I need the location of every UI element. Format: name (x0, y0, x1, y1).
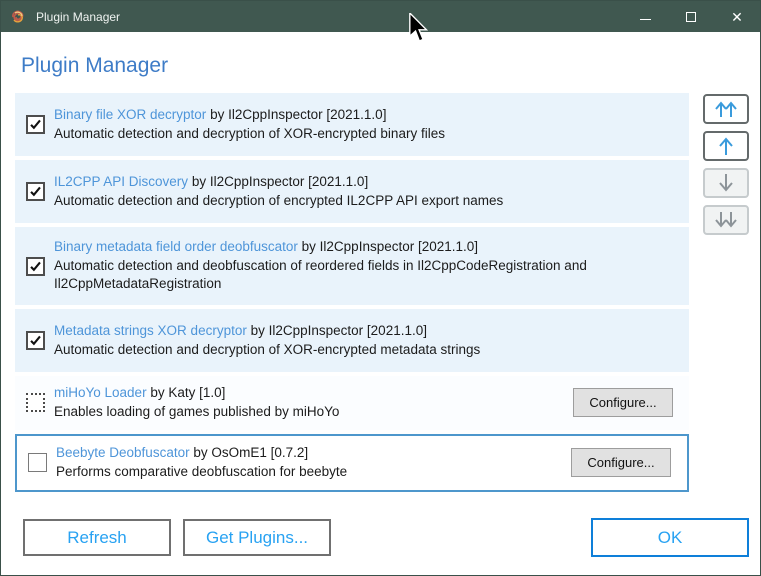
plugin-checkbox[interactable] (26, 331, 45, 350)
plugin-list: Binary file XOR decryptor by Il2CppInspe… (15, 93, 689, 492)
plugin-name-link[interactable]: Binary metadata field order deobfuscator (54, 239, 298, 254)
plugin-meta: by Il2CppInspector [2021.1.0] (191, 173, 369, 189)
checkmark-icon (30, 261, 41, 271)
maximize-icon (686, 11, 696, 22)
configure-button[interactable]: Configure... (573, 388, 673, 418)
plugin-checkbox-indeterminate[interactable] (26, 393, 45, 413)
move-up-button[interactable] (703, 131, 749, 161)
plugin-info: miHoYo Loader by Katy [1.0] Enables load… (54, 376, 573, 430)
plugin-meta: by Il2CppInspector [2021.1.0] (210, 106, 387, 122)
move-to-bottom-icon (715, 212, 737, 228)
plugin-info: Metadata strings XOR decryptor by Il2Cpp… (54, 314, 689, 368)
plugin-checkbox[interactable] (28, 453, 47, 473)
minimize-button[interactable] (622, 1, 668, 32)
checkmark-icon (30, 119, 41, 130)
plugin-meta: by Il2CppInspector [2021.1.0] (301, 238, 479, 254)
plugin-info: Binary file XOR decryptor by Il2CppInspe… (54, 98, 689, 152)
configure-button[interactable]: Configure... (571, 448, 671, 478)
plugin-description: Automatic detection and decryption of XO… (54, 125, 445, 141)
plugin-checkbox[interactable] (26, 115, 45, 134)
plugin-checkbox[interactable] (26, 256, 45, 276)
plugin-description: Enables loading of games published by mi… (54, 403, 340, 419)
plugin-manager-window: Plugin Manager ✕ Plugin Manager Binary f… (0, 0, 761, 576)
plugin-checkbox[interactable] (26, 182, 45, 201)
close-button[interactable]: ✕ (714, 1, 760, 32)
plugin-name-link[interactable]: Beebyte Deobfuscator (56, 445, 190, 460)
move-up-icon (719, 137, 733, 155)
reorder-buttons (703, 94, 749, 235)
plugin-info: IL2CPP API Discovery by Il2CppInspector … (54, 165, 689, 219)
move-down-button[interactable] (703, 168, 749, 198)
plugin-info: Binary metadata field order deobfuscator… (54, 230, 689, 303)
app-scribble-icon (12, 10, 24, 22)
plugin-description: Automatic detection and decryption of XO… (54, 341, 481, 357)
move-to-top-icon (715, 101, 737, 117)
plugin-row-metadata-strings-xor-decryptor[interactable]: Metadata strings XOR decryptor by Il2Cpp… (15, 309, 689, 372)
page-title: Plugin Manager (21, 54, 169, 77)
window-title: Plugin Manager (36, 9, 121, 24)
plugin-description: Automatic detection and decryption of en… (54, 192, 504, 208)
move-down-icon (719, 174, 733, 192)
plugin-meta: by Katy [1.0] (150, 385, 226, 400)
titlebar: Plugin Manager ✕ (1, 1, 760, 32)
close-icon: ✕ (731, 8, 743, 25)
plugin-description: Performs comparative deobfuscation for b… (56, 463, 348, 479)
plugin-meta: by Il2CppInspector [2021.1.0] (250, 322, 427, 338)
move-to-bottom-button[interactable] (703, 205, 749, 235)
move-to-top-button[interactable] (703, 94, 749, 124)
ok-button[interactable]: OK (591, 518, 749, 557)
plugin-row-binary-file-xor-decryptor[interactable]: Binary file XOR decryptor by Il2CppInspe… (15, 93, 689, 156)
plugin-name-link[interactable]: Metadata strings XOR decryptor (54, 323, 247, 338)
plugin-row-beebyte-deobfuscator[interactable]: Beebyte Deobfuscator by OsOmE1 [0.7.2] P… (15, 433, 689, 492)
checkmark-icon (30, 186, 41, 197)
plugin-name-link[interactable]: IL2CPP API Discovery (54, 174, 188, 189)
get-plugins-button[interactable]: Get Plugins... (183, 519, 331, 556)
plugin-row-binary-metadata-field-order-deobfuscator[interactable]: Binary metadata field order deobfuscator… (15, 227, 689, 305)
plugin-row-mihoyo-loader[interactable]: miHoYo Loader by Katy [1.0] Enables load… (15, 376, 689, 430)
plugin-description: Automatic detection and deobfuscation of… (54, 257, 587, 292)
maximize-button[interactable] (668, 1, 714, 32)
plugin-info: Beebyte Deobfuscator by OsOmE1 [0.7.2] P… (56, 436, 571, 490)
checkmark-icon (30, 335, 41, 346)
plugin-name-link[interactable]: miHoYo Loader (54, 385, 147, 400)
plugin-row-il2cpp-api-discovery[interactable]: IL2CPP API Discovery by Il2CppInspector … (15, 160, 689, 223)
plugin-name-link[interactable]: Binary file XOR decryptor (54, 107, 206, 122)
refresh-button[interactable]: Refresh (23, 519, 171, 556)
minimize-icon (639, 18, 651, 20)
plugin-meta: by OsOmE1 [0.7.2] (193, 444, 309, 460)
window-controls: ✕ (622, 1, 760, 32)
